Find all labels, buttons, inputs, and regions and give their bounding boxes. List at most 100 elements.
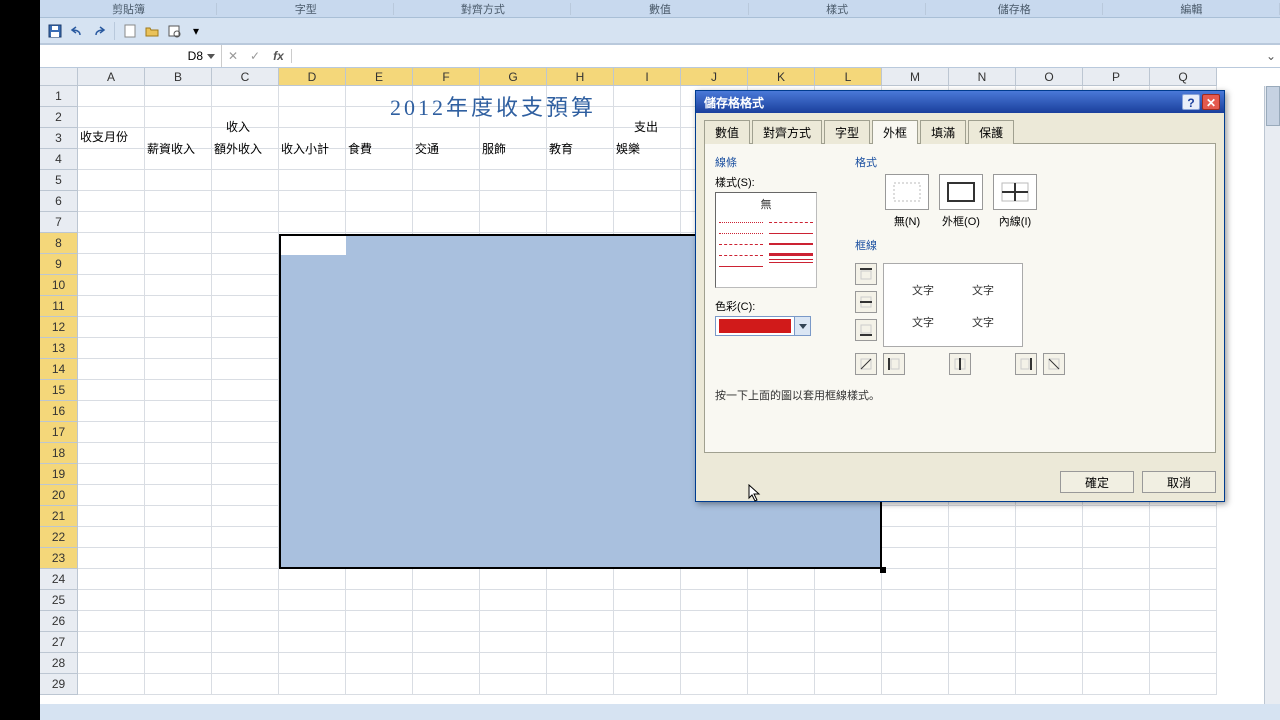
undo-icon[interactable] xyxy=(68,22,86,40)
color-swatch xyxy=(719,319,791,333)
formula-input[interactable] xyxy=(292,46,1262,66)
qat-dropdown-icon[interactable]: ▾ xyxy=(187,22,205,40)
ribbon-group-styles: 樣式 xyxy=(749,1,926,17)
row-header-18[interactable]: 18 xyxy=(40,443,78,464)
row-header-9[interactable]: 9 xyxy=(40,254,78,275)
dialog-tabs: 數值 對齊方式 字型 外框 填滿 保護 xyxy=(704,119,1216,143)
row-header-15[interactable]: 15 xyxy=(40,380,78,401)
redo-icon[interactable] xyxy=(90,22,108,40)
cell-e3: 食費 xyxy=(348,140,372,157)
col-header-d[interactable]: D xyxy=(279,68,346,86)
vertical-scrollbar[interactable] xyxy=(1264,86,1280,704)
ribbon-group-editing: 編輯 xyxy=(1103,1,1280,17)
col-header-h[interactable]: H xyxy=(547,68,614,86)
select-all-corner[interactable] xyxy=(40,68,78,86)
row-header-7[interactable]: 7 xyxy=(40,212,78,233)
col-header-f[interactable]: F xyxy=(413,68,480,86)
row-header-13[interactable]: 13 xyxy=(40,338,78,359)
col-header-a[interactable]: A xyxy=(78,68,145,86)
row-header-2[interactable]: 2 xyxy=(40,107,78,128)
row-header-29[interactable]: 29 xyxy=(40,674,78,695)
row-header-1[interactable]: 1 xyxy=(40,86,78,107)
col-header-g[interactable]: G xyxy=(480,68,547,86)
col-header-p[interactable]: P xyxy=(1083,68,1150,86)
line-style-list[interactable]: 無 xyxy=(715,192,817,288)
tab-number[interactable]: 數值 xyxy=(704,120,750,144)
name-box[interactable]: D8 xyxy=(40,45,222,67)
cell-g3: 服飾 xyxy=(482,140,506,157)
row-header-17[interactable]: 17 xyxy=(40,422,78,443)
format-section-label: 格式 xyxy=(855,154,1205,170)
col-header-c[interactable]: C xyxy=(212,68,279,86)
row-header-6[interactable]: 6 xyxy=(40,191,78,212)
col-header-m[interactable]: M xyxy=(882,68,949,86)
border-tab-panel: 線條 樣式(S): 無 色彩(C): xyxy=(704,143,1216,453)
row-header-23[interactable]: 23 xyxy=(40,548,78,569)
cell-income-header: 收入 xyxy=(226,118,250,135)
row-header-10[interactable]: 10 xyxy=(40,275,78,296)
selection-handle[interactable] xyxy=(880,567,886,573)
row-header-5[interactable]: 5 xyxy=(40,170,78,191)
row-header-22[interactable]: 22 xyxy=(40,527,78,548)
col-header-j[interactable]: J xyxy=(681,68,748,86)
preset-none[interactable]: 無(N) xyxy=(885,174,929,229)
col-header-q[interactable]: Q xyxy=(1150,68,1217,86)
border-left-button[interactable] xyxy=(883,353,905,375)
ribbon-group-font: 字型 xyxy=(217,1,394,17)
row-header-28[interactable]: 28 xyxy=(40,653,78,674)
tab-border[interactable]: 外框 xyxy=(872,120,918,144)
formula-expand-icon[interactable]: ⌄ xyxy=(1262,49,1280,63)
col-header-e[interactable]: E xyxy=(346,68,413,86)
col-header-o[interactable]: O xyxy=(1016,68,1083,86)
new-icon[interactable] xyxy=(121,22,139,40)
tab-font[interactable]: 字型 xyxy=(824,120,870,144)
row-header-24[interactable]: 24 xyxy=(40,569,78,590)
row-header-21[interactable]: 21 xyxy=(40,506,78,527)
row-header-26[interactable]: 26 xyxy=(40,611,78,632)
dialog-titlebar[interactable]: 儲存格格式 ? ✕ xyxy=(696,91,1224,113)
row-header-27[interactable]: 27 xyxy=(40,632,78,653)
cancel-button[interactable]: 取消 xyxy=(1142,471,1216,493)
close-icon[interactable]: ✕ xyxy=(1202,94,1220,110)
row-header-25[interactable]: 25 xyxy=(40,590,78,611)
border-right-button[interactable] xyxy=(1015,353,1037,375)
print-preview-icon[interactable] xyxy=(165,22,183,40)
fx-icon[interactable]: fx xyxy=(266,49,292,63)
border-diag-down-button[interactable] xyxy=(1043,353,1065,375)
border-vmiddle-button[interactable] xyxy=(949,353,971,375)
border-hint: 按一下上面的圖以套用框線樣式。 xyxy=(715,387,1205,403)
row-header-20[interactable]: 20 xyxy=(40,485,78,506)
preset-outline[interactable]: 外框(O) xyxy=(939,174,983,229)
row-header-14[interactable]: 14 xyxy=(40,359,78,380)
border-hmiddle-button[interactable] xyxy=(855,291,877,313)
row-header-4[interactable]: 4 xyxy=(40,149,78,170)
help-icon[interactable]: ? xyxy=(1182,94,1200,110)
style-none[interactable]: 無 xyxy=(719,196,813,212)
row-header-3[interactable]: 3 xyxy=(40,128,78,149)
row-header-16[interactable]: 16 xyxy=(40,401,78,422)
scroll-thumb[interactable] xyxy=(1266,86,1280,126)
row-header-11[interactable]: 11 xyxy=(40,296,78,317)
col-header-n[interactable]: N xyxy=(949,68,1016,86)
col-header-k[interactable]: K xyxy=(748,68,815,86)
formula-bar: D8 ✕ ✓ fx ⌄ xyxy=(40,44,1280,68)
ok-button[interactable]: 確定 xyxy=(1060,471,1134,493)
border-bottom-button[interactable] xyxy=(855,319,877,341)
preset-inside[interactable]: 內線(I) xyxy=(993,174,1037,229)
tab-alignment[interactable]: 對齊方式 xyxy=(752,120,822,144)
row-header-19[interactable]: 19 xyxy=(40,464,78,485)
save-icon[interactable] xyxy=(46,22,64,40)
color-picker[interactable] xyxy=(715,316,811,336)
tab-protection[interactable]: 保護 xyxy=(968,120,1014,144)
tab-fill[interactable]: 填滿 xyxy=(920,120,966,144)
border-top-button[interactable] xyxy=(855,263,877,285)
col-header-b[interactable]: B xyxy=(145,68,212,86)
row-header-12[interactable]: 12 xyxy=(40,317,78,338)
border-preview[interactable]: 文字 文字 文字 文字 xyxy=(883,263,1023,347)
col-header-l[interactable]: L xyxy=(815,68,882,86)
chevron-down-icon[interactable] xyxy=(794,317,810,335)
border-diag-up-button[interactable] xyxy=(855,353,877,375)
open-icon[interactable] xyxy=(143,22,161,40)
col-header-i[interactable]: I xyxy=(614,68,681,86)
row-header-8[interactable]: 8 xyxy=(40,233,78,254)
